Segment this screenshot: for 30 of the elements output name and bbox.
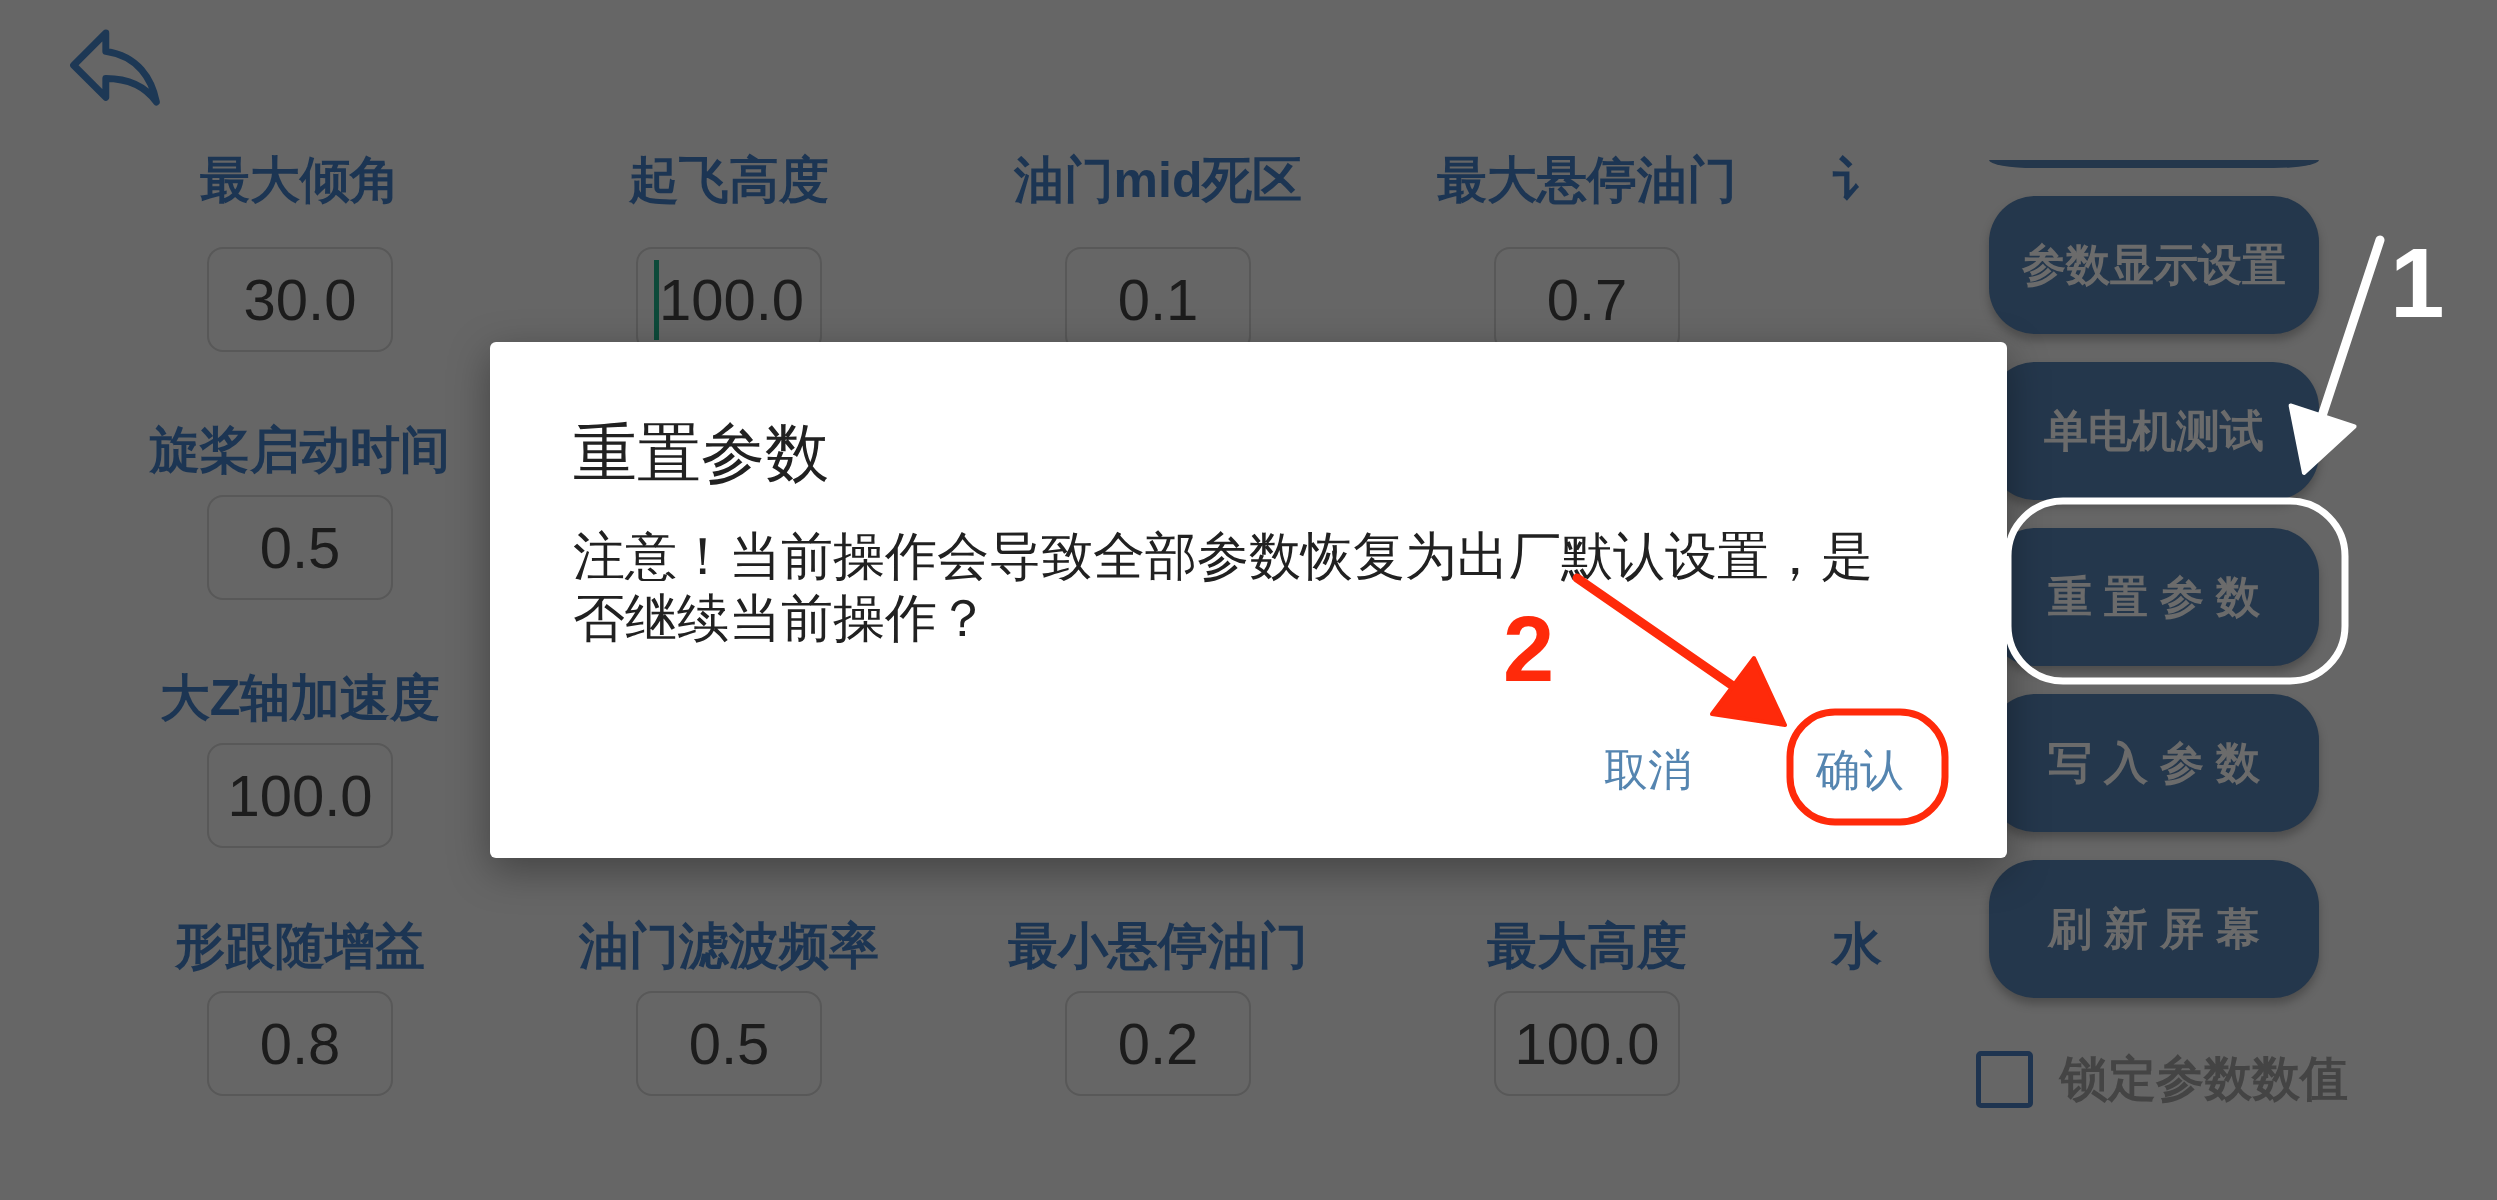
parameter-label: 最小悬停油门 bbox=[1008, 918, 1308, 974]
action-button[interactable]: 刷 新 屏 幕 bbox=[1989, 860, 2319, 998]
parameter-label: 形跟随增益 bbox=[175, 918, 425, 974]
number-field[interactable]: 0.8 bbox=[207, 991, 393, 1096]
text-cursor-icon bbox=[653, 259, 659, 340]
dialog-title: 重置参数 bbox=[573, 416, 829, 491]
number-field[interactable]: 100.0 bbox=[1494, 991, 1680, 1096]
checkbox[interactable] bbox=[1976, 1050, 2033, 1108]
annotation-number: 1 bbox=[2390, 234, 2445, 332]
parameter-label: 大Z轴加速度 bbox=[159, 670, 441, 726]
cancel-button[interactable]: 取消 bbox=[1586, 725, 1710, 815]
parameter-label: 最大倾角 bbox=[200, 152, 400, 208]
confirm-button[interactable]: 确认 bbox=[1798, 725, 1922, 815]
number-field[interactable]: 100.0 bbox=[207, 743, 393, 848]
number-field[interactable]: 30.0 bbox=[207, 247, 393, 352]
parameter-label: 水 bbox=[1832, 918, 1882, 974]
number-field[interactable]: 0.5 bbox=[207, 495, 393, 600]
number-field[interactable]: 0.2 bbox=[1065, 991, 1251, 1096]
parameter-label: 最大高度 bbox=[1487, 918, 1687, 974]
number-field[interactable]: 0.5 bbox=[636, 991, 822, 1096]
back-arrow-icon bbox=[69, 28, 161, 107]
back-button[interactable] bbox=[69, 28, 161, 107]
action-button[interactable] bbox=[1989, 160, 2319, 168]
parameter-label: 讠 bbox=[1832, 152, 1882, 208]
parameter-label: 旋桨启动时间 bbox=[150, 422, 450, 478]
parameter-label: 最大悬停油门 bbox=[1437, 152, 1737, 208]
parameter-label: 油门mid死区 bbox=[1013, 152, 1303, 208]
parameter-label: 油门滤波频率 bbox=[579, 918, 879, 974]
action-button[interactable]: 参数显示设置 bbox=[1989, 196, 2319, 334]
parameter-label: 起飞高度 bbox=[629, 152, 829, 208]
